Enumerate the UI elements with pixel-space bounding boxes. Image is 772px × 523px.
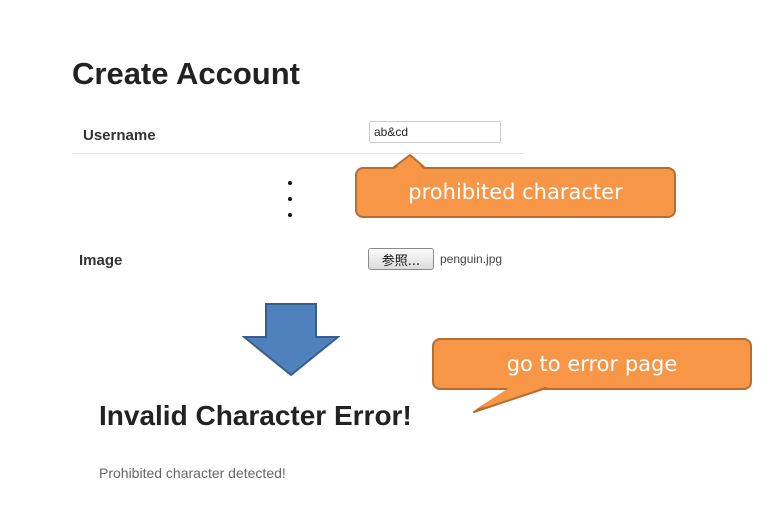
browse-file-button[interactable]: 参照... [368,248,434,270]
prohibited-character-callout: prohibited character [355,154,676,218]
selected-file-name: penguin.jpg [440,252,503,266]
error-message: Prohibited character detected! [99,465,286,481]
username-row: Username [72,117,524,154]
image-row: Image 参照... penguin.jpg [72,244,524,280]
error-title: Invalid Character Error! [99,400,412,431]
username-label: Username [83,127,156,144]
username-input[interactable] [369,121,501,143]
prohibited-character-callout-text: prohibited character [408,180,623,204]
vertical-ellipsis-icon [282,178,298,220]
error-page-callout: go to error page [432,338,752,413]
down-arrow-icon [242,303,340,377]
image-label: Image [79,252,123,269]
error-page-callout-text: go to error page [506,352,678,376]
page-title: Create Account [72,56,300,91]
